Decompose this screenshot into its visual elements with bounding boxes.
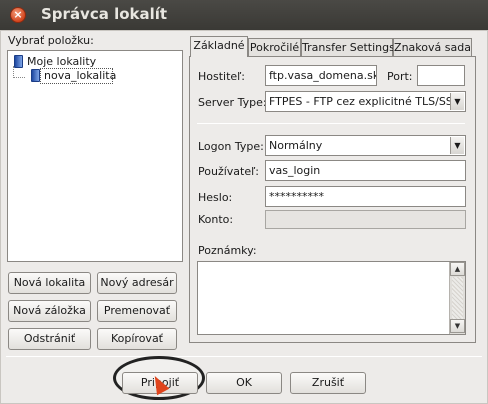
delete-button[interactable]: Odstrániť: [8, 328, 91, 350]
title-bar: × Správca lokalít: [0, 0, 488, 30]
ok-button[interactable]: OK: [206, 372, 282, 394]
tab-advanced[interactable]: Pokročilé: [248, 38, 301, 57]
tab-basic[interactable]: Základné: [190, 36, 248, 57]
port-label: Port:: [387, 70, 413, 83]
window-title: Správca lokalít: [41, 5, 168, 23]
logon-type-label: Logon Type:: [198, 140, 264, 153]
chevron-down-icon[interactable]: ▼: [450, 137, 464, 154]
new-folder-button[interactable]: Nový adresár: [97, 272, 177, 294]
password-input[interactable]: **********: [265, 186, 466, 207]
notes-label: Poznámky:: [198, 244, 257, 257]
tree-connector: [13, 77, 25, 78]
scroll-down-icon[interactable]: ▼: [450, 319, 465, 333]
notes-scrollbar[interactable]: ▲ ▼: [449, 262, 465, 334]
tab-transfer-settings[interactable]: Transfer Settings: [301, 38, 395, 57]
user-input[interactable]: vas_login: [265, 160, 466, 181]
host-input[interactable]: ftp.vasa_domena.sk: [265, 65, 377, 86]
scroll-track[interactable]: [452, 277, 463, 319]
tree-item-new-site[interactable]: nova_lokalita: [44, 69, 116, 82]
host-label: Hostiteľ:: [198, 70, 246, 83]
computer-icon: [31, 69, 40, 82]
select-item-label: Vybrať položku:: [8, 34, 94, 47]
logon-type-value: Normálny: [269, 139, 323, 152]
copy-button[interactable]: Kopírovať: [97, 328, 177, 350]
footer-separator: [6, 356, 482, 357]
logon-type-select[interactable]: Normálny ▼: [265, 135, 466, 156]
account-input: [265, 210, 466, 229]
user-label: Používateľ:: [198, 165, 259, 178]
password-label: Heslo:: [198, 191, 233, 204]
new-bookmark-button[interactable]: Nová záložka: [8, 300, 91, 322]
rename-button[interactable]: Premenovať: [97, 300, 177, 322]
scroll-up-icon[interactable]: ▲: [450, 262, 465, 276]
notes-textarea[interactable]: [197, 261, 466, 335]
port-input[interactable]: [417, 65, 465, 86]
separator: [197, 123, 465, 124]
computer-icon: [14, 55, 23, 68]
tab-charset[interactable]: Znaková sada: [393, 38, 472, 57]
account-label: Konto:: [198, 213, 234, 226]
tree-item-my-sites[interactable]: Moje lokality: [27, 55, 96, 68]
new-site-button[interactable]: Nová lokalita: [8, 272, 91, 294]
server-type-label: Server Type:: [198, 96, 267, 109]
server-type-select[interactable]: FTPES - FTP cez explicitné TLS/SSL ▼: [265, 91, 466, 112]
chevron-down-icon[interactable]: ▼: [450, 93, 464, 110]
close-icon[interactable]: ×: [10, 7, 26, 23]
server-type-value: FTPES - FTP cez explicitné TLS/SSL: [269, 95, 459, 108]
cancel-button[interactable]: Zrušiť: [290, 372, 366, 394]
